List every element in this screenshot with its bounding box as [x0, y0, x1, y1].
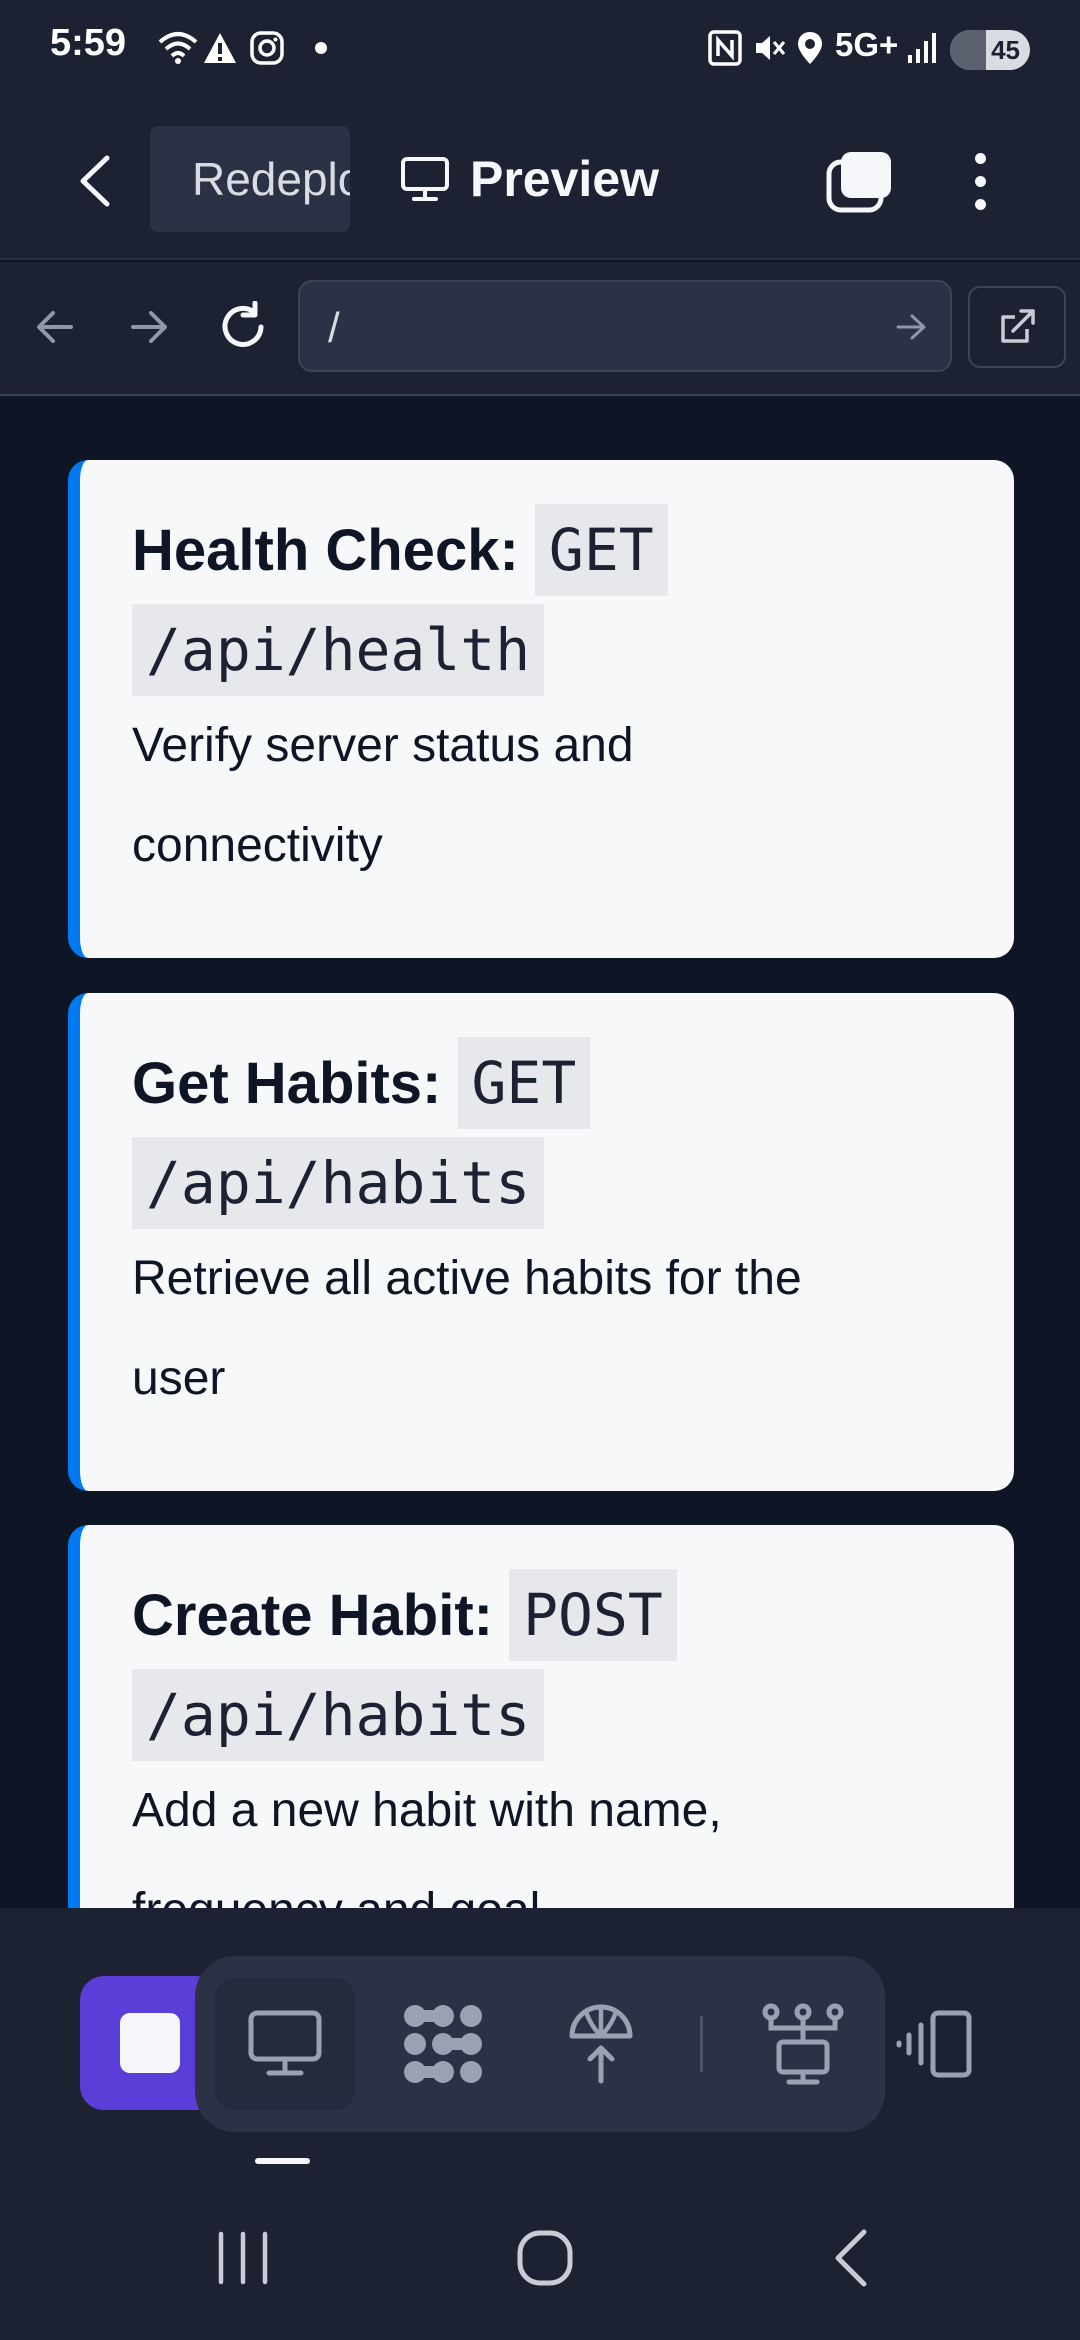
endpoint-method: GET [548, 516, 654, 584]
signal-icon [906, 28, 940, 68]
battery-level-fill [950, 30, 986, 70]
endpoint-path: /api/health [146, 616, 531, 684]
browser-back-button[interactable] [20, 292, 90, 362]
tool-network[interactable] [733, 1978, 873, 2110]
instagram-icon [250, 28, 284, 68]
nfc-icon [708, 28, 742, 68]
mute-icon [752, 28, 786, 68]
tab-preview[interactable]: Preview [400, 126, 659, 232]
endpoint-description: Retrieve all active habits for the user [132, 1252, 802, 1405]
reload-icon [222, 301, 264, 347]
preview-content[interactable]: Health Check: GET /api/health Verify ser… [0, 398, 1080, 1908]
endpoint-method: GET [471, 1049, 577, 1117]
more-vertical-icon [974, 152, 986, 164]
status-time: 5:59 [50, 22, 127, 64]
home-icon [517, 2230, 573, 2286]
devices-icon [896, 2010, 972, 2078]
endpoint-path: /api/habits [146, 1681, 531, 1749]
endpoint-path: /api/habits [146, 1149, 531, 1217]
endpoint-name: Get Habits: [132, 1051, 442, 1116]
endpoint-description: Add a new habit with name, frequency and… [132, 1784, 722, 1908]
endpoint-method: POST [523, 1581, 663, 1649]
endpoint-name: Health Check: [132, 518, 519, 583]
endpoint-title: Create Habit: POST /api/habits [132, 1565, 964, 1765]
go-arrow-icon [896, 314, 926, 340]
back-arrow-icon [80, 155, 110, 207]
tab-repl[interactable]: Redeploy [150, 126, 350, 232]
url-text: / [328, 304, 340, 351]
deploy-icon [569, 2004, 633, 2084]
tool-workflows[interactable] [373, 1978, 513, 2110]
system-back-button[interactable] [790, 2218, 910, 2298]
active-tab-indicator [255, 2158, 310, 2164]
location-icon [796, 28, 824, 68]
back-icon [37, 311, 73, 343]
stop-icon [120, 2013, 180, 2073]
tab-repl-label: Redeploy [192, 153, 350, 205]
endpoint-title: Health Check: GET /api/health [132, 500, 964, 700]
tabs-button[interactable] [820, 136, 900, 226]
status-bar: 5:59 5G+ 45 [0, 0, 1080, 96]
more-button[interactable] [950, 136, 1010, 226]
open-external-button[interactable] [968, 286, 1066, 368]
tool-group [195, 1956, 885, 2132]
monitor-icon [401, 157, 449, 201]
browser-forward-button[interactable] [114, 292, 184, 362]
tool-devices[interactable] [880, 1978, 990, 2110]
tabs-icon [826, 152, 891, 213]
back-arrow-icon [835, 2229, 867, 2287]
tool-deployments[interactable] [531, 1978, 671, 2110]
url-input[interactable]: / [298, 280, 952, 372]
browser-bar: / [0, 262, 1080, 396]
open-external-icon [1001, 309, 1035, 343]
monitor-icon [248, 2010, 322, 2076]
toolbar-divider [700, 2016, 703, 2072]
network-icon [762, 2003, 844, 2085]
tool-preview[interactable] [215, 1978, 355, 2110]
notification-dot-icon [314, 28, 328, 68]
endpoint-description: Verify server status and connectivity [132, 719, 634, 872]
alert-icon [202, 28, 238, 68]
endpoint-card: Create Habit: POST /api/habits Add a new… [68, 1525, 1014, 1908]
android-nav-bar [0, 2178, 1080, 2340]
wifi-icon [158, 28, 198, 68]
tab-preview-label: Preview [470, 151, 660, 207]
endpoint-card: Get Habits: GET /api/habits Retrieve all… [68, 993, 1014, 1491]
reload-button[interactable] [208, 292, 278, 362]
network-type: 5G+ [835, 26, 899, 63]
battery-icon: 45 [950, 30, 1030, 70]
forward-icon [131, 311, 167, 343]
app-header: Redeploy Preview [0, 96, 1080, 260]
recents-button[interactable] [183, 2218, 303, 2298]
bottom-toolbar [0, 1908, 1080, 2178]
battery-percent: 45 [991, 34, 1020, 65]
url-go-button[interactable] [886, 302, 936, 352]
back-button[interactable] [60, 136, 130, 226]
home-button[interactable] [485, 2218, 605, 2298]
workflow-icon [404, 2005, 482, 2083]
recents-icon [218, 2231, 268, 2285]
endpoint-card: Health Check: GET /api/health Verify ser… [68, 460, 1014, 958]
endpoint-name: Create Habit: [132, 1583, 493, 1648]
endpoint-title: Get Habits: GET /api/habits [132, 1033, 964, 1233]
